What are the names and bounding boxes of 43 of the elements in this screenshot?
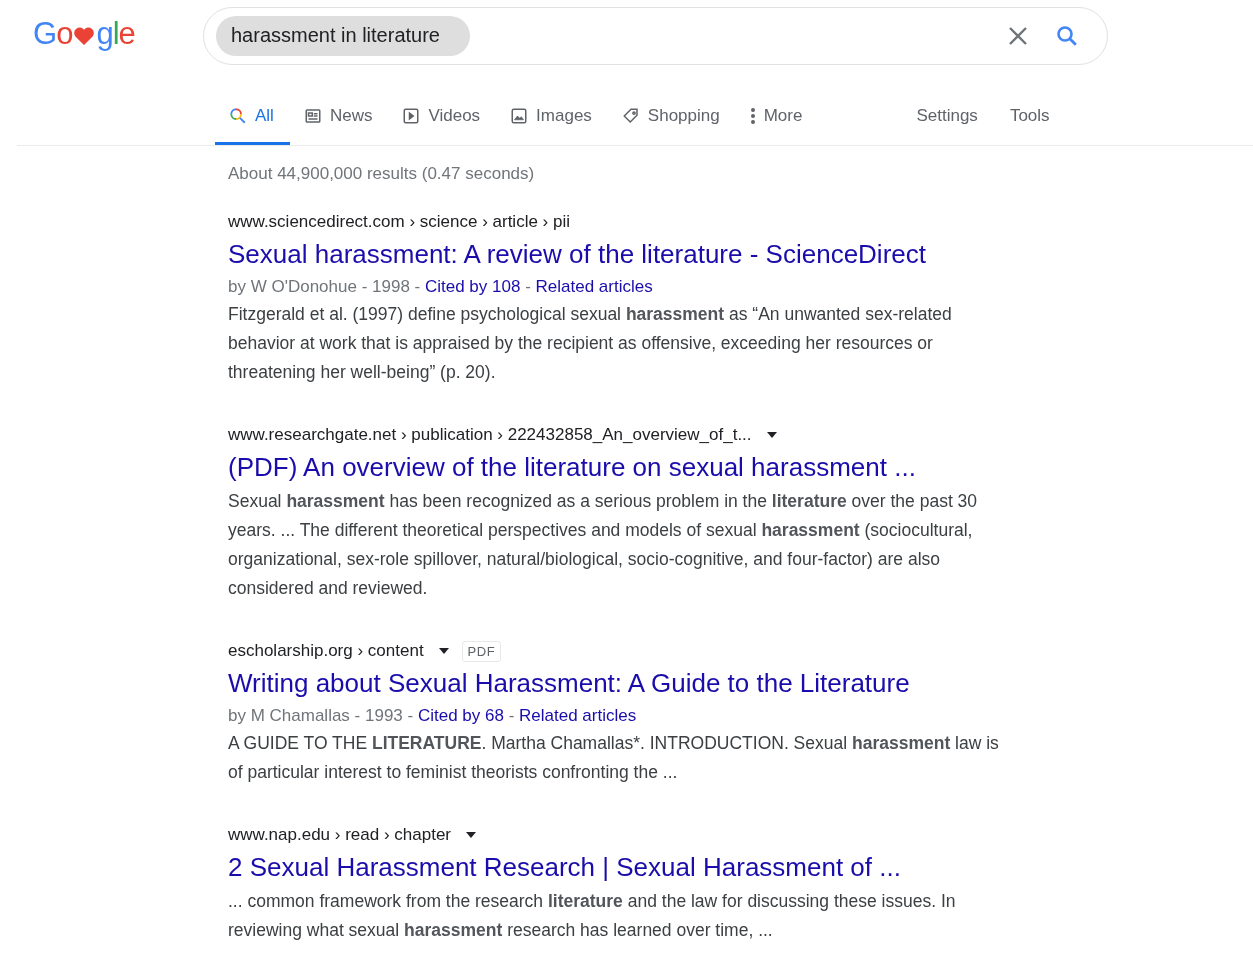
caret-icon[interactable] xyxy=(765,431,778,439)
search-icon xyxy=(229,106,247,125)
result-byline: by W O'Donohue - 1998 - xyxy=(228,276,422,298)
nav-tab[interactable]: All xyxy=(215,86,290,145)
related-link[interactable]: Related articles xyxy=(535,274,653,300)
tag-icon xyxy=(621,106,640,125)
logo[interactable]: Go gle xyxy=(33,16,203,52)
result-title[interactable]: Writing about Sexual Harassment: A Guide to the Literature xyxy=(228,668,910,699)
image-icon xyxy=(510,106,529,125)
search-icon xyxy=(1055,24,1079,48)
result-stats: About 44,900,000 results (0.47 seconds) xyxy=(228,164,536,184)
close-icon xyxy=(1007,25,1029,47)
result-snippet: ... common framework from the research literature and the law for discussing these issues. In reviewing what sexual harassment research has learned over time, ... xyxy=(228,890,957,942)
nav-tab[interactable]: Shopping xyxy=(607,86,736,145)
nav-tab[interactable]: More xyxy=(735,86,819,145)
nav-tab[interactable]: News xyxy=(289,86,389,145)
result-snippet: Fitzgerald et al. (1997) define psychological sexual harassment as “An unwanted sex-related behavior at work that is appraised by the recipient as offensive, exceeding her resources or threatening her well-being” (p. 20). xyxy=(228,303,953,384)
file-type-label: PDF xyxy=(461,640,502,662)
result-title[interactable]: 2 Sexual Harassment Research | Sexual Harassment of ... xyxy=(228,852,901,883)
result-byline: by M Chamallas - 1993 - xyxy=(228,705,415,727)
result-title[interactable]: Sexual harassment: A review of the literature - ScienceDirect xyxy=(228,239,926,270)
nav-tab[interactable]: Images xyxy=(496,86,608,145)
tool-link[interactable]: Settings xyxy=(900,86,994,145)
play-icon xyxy=(402,106,421,125)
result-url: www.sciencedirect.com › science › article › pii xyxy=(228,212,570,232)
newspaper-icon xyxy=(303,106,322,125)
separator: - xyxy=(524,276,532,298)
result-title[interactable]: (PDF) An overview of the literature on sexual harassment ... xyxy=(228,452,916,483)
result-url: www.researchgate.net › publication › 222432858_An_overview_of_t... xyxy=(228,425,752,445)
result-snippet: A GUIDE TO THE LITERATURE. Martha Chamallas*. INTRODUCTION. Sexual harassment law is of particular interest to feminist theorists confronting the ... xyxy=(228,732,1000,784)
result-url: escholarship.org › content xyxy=(228,641,424,661)
cited-by-link[interactable]: Cited by 108 xyxy=(424,274,521,300)
caret-icon[interactable] xyxy=(465,831,477,839)
caret-icon[interactable] xyxy=(437,647,450,655)
result-url: www.nap.edu › read › chapter xyxy=(228,825,451,845)
result-snippet: Sexual harassment has been recognized as a serious problem in the literature over the past 30 years. ... The different theoretical perspectives and models of sexual harassment (sociocultural, organizational, sex-role spillover, natural/biological, socio-cognitive, and four-factor) are also considered and reviewed. xyxy=(228,490,979,600)
tool-link[interactable]: Tools xyxy=(993,86,1066,145)
related-link[interactable]: Related articles xyxy=(519,703,637,729)
separator: - xyxy=(507,705,516,727)
query-chip[interactable]: harassment in literature xyxy=(216,16,470,56)
nav-tab[interactable]: Videos xyxy=(388,86,497,145)
more-icon xyxy=(749,106,756,125)
cited-by-link[interactable]: Cited by 68 xyxy=(417,703,504,729)
